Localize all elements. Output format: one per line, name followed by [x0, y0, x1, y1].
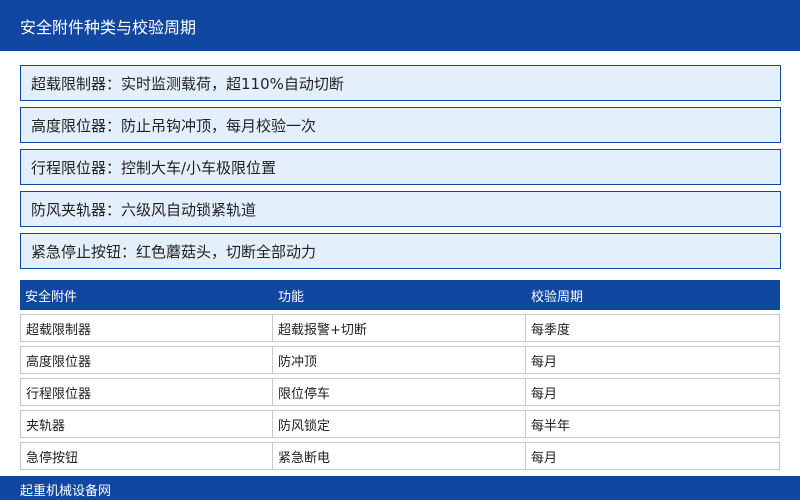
list-item: 高度限位器：防止吊钩冲顶，每月校验一次: [20, 107, 781, 143]
table-row: 高度限位器 防冲顶 每月: [20, 346, 780, 374]
table-row: 超载限制器 超载报警+切断 每季度: [20, 314, 780, 342]
page-header: 安全附件种类与校验周期: [0, 0, 800, 51]
column-header: 功能: [278, 289, 305, 305]
list-item: 紧急停止按钮：红色蘑菇头，切断全部动力: [20, 233, 781, 269]
table-cell: 每季度: [526, 314, 780, 342]
list-item: 行程限位器：控制大车/小车极限位置: [20, 149, 781, 185]
table-cell: 超载报警+切断: [273, 314, 526, 342]
safety-items-list: 超载限制器：实时监测载荷，超110%自动切断 高度限位器：防止吊钩冲顶，每月校验…: [20, 65, 781, 275]
page-footer: 起重机械设备网: [0, 476, 800, 500]
table-cell: 防风锁定: [273, 410, 526, 438]
table-cell: 防冲顶: [273, 346, 526, 374]
inspection-table: 安全附件 功能 校验周期 超载限制器 超载报警+切断 每季度 高度限位器 防冲顶…: [20, 280, 780, 474]
table-row: 急停按钮 紧急断电 每月: [20, 442, 780, 470]
column-header: 安全附件: [25, 289, 78, 305]
table-cell: 紧急断电: [273, 442, 526, 470]
list-item-text: 高度限位器：防止吊钩冲顶，每月校验一次: [31, 116, 317, 135]
table-cell: 急停按钮: [20, 442, 273, 470]
table-cell: 每月: [526, 378, 780, 406]
table-row: 行程限位器 限位停车 每月: [20, 378, 780, 406]
list-item-text: 超载限制器：实时监测载荷，超110%自动切断: [31, 74, 344, 93]
table-cell: 每月: [526, 442, 780, 470]
page-title: 安全附件种类与校验周期: [20, 17, 197, 37]
table-cell: 高度限位器: [20, 346, 273, 374]
footer-text: 起重机械设备网: [20, 484, 112, 499]
table-cell: 每半年: [526, 410, 780, 438]
table-cell: 超载限制器: [20, 314, 273, 342]
column-header: 校验周期: [531, 289, 584, 305]
list-item: 防风夹轨器：六级风自动锁紧轨道: [20, 191, 781, 227]
table-cell: 行程限位器: [20, 378, 273, 406]
table-cell: 每月: [526, 346, 780, 374]
table-cell: 夹轨器: [20, 410, 273, 438]
list-item-text: 行程限位器：控制大车/小车极限位置: [31, 158, 277, 177]
table-cell: 限位停车: [273, 378, 526, 406]
list-item-text: 防风夹轨器：六级风自动锁紧轨道: [31, 200, 257, 219]
list-item: 超载限制器：实时监测载荷，超110%自动切断: [20, 65, 781, 101]
table-row: 夹轨器 防风锁定 每半年: [20, 410, 780, 438]
table-header: 安全附件 功能 校验周期: [20, 280, 780, 310]
list-item-text: 紧急停止按钮：红色蘑菇头，切断全部动力: [31, 242, 317, 261]
